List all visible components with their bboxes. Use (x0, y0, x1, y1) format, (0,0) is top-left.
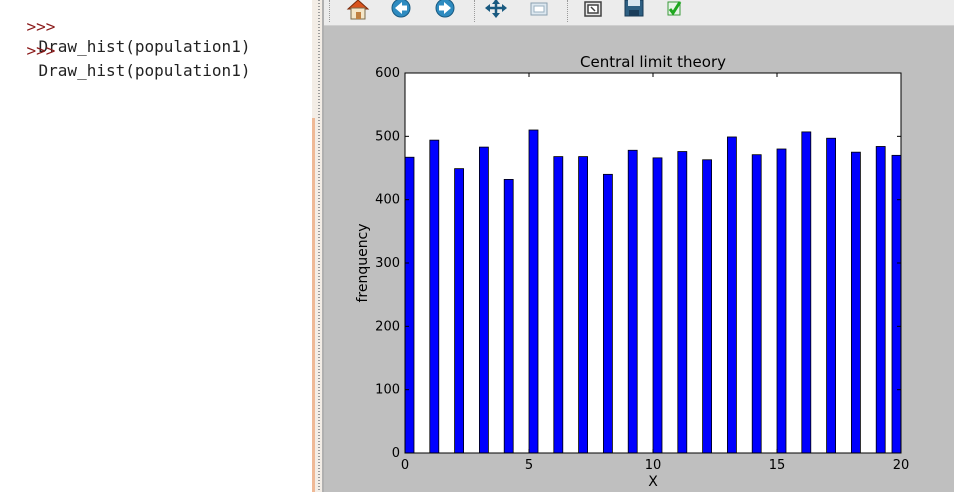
forward-arrow-icon (435, 0, 455, 18)
back-button[interactable] (388, 0, 414, 20)
x-tick-label: 5 (525, 458, 533, 473)
histogram-bar (652, 157, 663, 454)
histogram-bar (454, 168, 465, 454)
configure-subplots-button[interactable] (580, 0, 606, 20)
save-button[interactable] (621, 0, 647, 20)
edit-axis-icon (667, 1, 682, 16)
x-tick-label: 20 (893, 458, 910, 473)
python-console[interactable]: >>> Draw_hist(population1) >>> Draw_hist… (0, 0, 312, 492)
histogram-bar (751, 154, 762, 454)
toolbar-separator (329, 0, 330, 22)
figure-toolbar (324, 0, 954, 26)
configure-subplots-icon (584, 1, 602, 17)
x-tick-label: 0 (401, 458, 409, 473)
histogram-bar (602, 173, 613, 454)
y-axis-label: frenquency (355, 223, 371, 302)
chart-title: Central limit theory (580, 53, 726, 71)
histogram-bar (875, 146, 886, 454)
x-axis-label: X (648, 474, 658, 490)
histogram-bar (503, 178, 514, 454)
edit-axis-button[interactable] (662, 0, 688, 20)
y-tick-label: 500 (375, 129, 400, 144)
pan-button[interactable] (483, 0, 509, 20)
back-arrow-icon (391, 0, 411, 18)
y-tick-label: 400 (375, 193, 400, 208)
zoom-rect-icon (530, 2, 548, 16)
bars-group (404, 129, 902, 454)
forward-button[interactable] (432, 0, 458, 20)
console-command: Draw_hist(population1) (38, 61, 251, 80)
histogram-bar (826, 137, 837, 454)
home-button[interactable] (345, 0, 371, 20)
x-tick-label: 10 (645, 458, 662, 473)
y-tick-label: 100 (375, 383, 400, 398)
histogram-bar (677, 151, 688, 454)
histogram-bar (702, 159, 713, 454)
histogram-bar (801, 131, 812, 454)
splitter-strip (312, 118, 315, 492)
histogram-bar (627, 149, 638, 454)
save-icon (624, 0, 644, 17)
console-line: >>> Draw_hist(population1) (0, 0, 251, 56)
toolbar-separator (567, 0, 568, 22)
console-prompt: >>> (26, 41, 56, 60)
histogram-bar (404, 156, 415, 454)
y-tick-label: 200 (375, 319, 400, 334)
console-line: >>> Draw_hist(population1) (0, 21, 251, 80)
home-icon (346, 0, 370, 20)
toolbar-separator (474, 0, 475, 22)
figure-canvas[interactable]: 0 5 10 15 200100200300400500600 Central limi… (324, 25, 954, 492)
histogram-bar (851, 151, 861, 454)
histogram-bar (776, 148, 787, 454)
histogram-bar (528, 129, 539, 454)
zoom-rect-button[interactable] (526, 0, 552, 20)
histogram-bar (429, 139, 440, 454)
splitter-grip[interactable] (318, 0, 320, 492)
histogram-bar (726, 136, 737, 454)
x-tick-label: 15 (769, 458, 786, 473)
histogram-bar (553, 156, 564, 454)
histogram-bar (578, 156, 589, 454)
y-tick-label: 300 (375, 256, 400, 271)
figure-window: 0 5 10 15 20 0 100 200 300 400 500 600 Central limi… (324, 0, 954, 492)
histogram-bar (478, 146, 489, 454)
y-tick-label: 0 (392, 446, 400, 461)
pan-icon (485, 0, 507, 18)
y-tick-label: 600 (375, 66, 400, 81)
